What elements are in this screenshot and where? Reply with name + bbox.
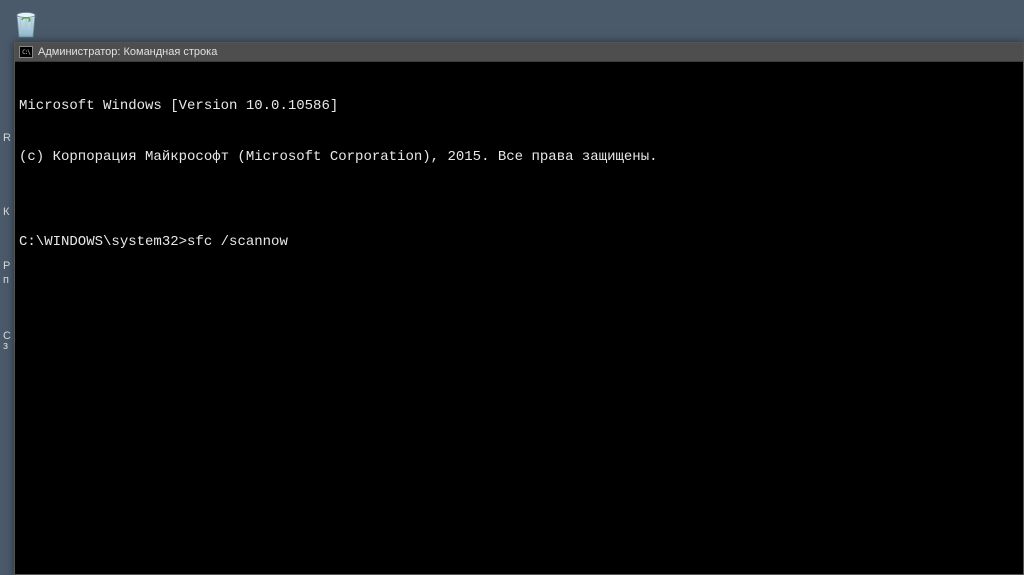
desktop-text-fragment: з xyxy=(3,339,8,353)
terminal-prompt: C:\WINDOWS\system32> xyxy=(19,234,187,251)
cmd-icon: C:\ xyxy=(19,46,33,58)
desktop-text-fragment: Р п xyxy=(3,259,10,287)
recycle-bin-svg xyxy=(8,5,44,41)
terminal-output[interactable]: Microsoft Windows [Version 10.0.10586] (… xyxy=(15,62,1023,574)
desktop-text-fragment: R xyxy=(3,131,11,145)
terminal-line: (c) Корпорация Майкрософт (Microsoft Cor… xyxy=(19,149,1019,166)
terminal-prompt-line: C:\WINDOWS\system32>sfc /scannow xyxy=(19,234,1019,251)
desktop-text-fragment: К xyxy=(3,205,9,219)
window-title: Администратор: Командная строка xyxy=(38,46,217,58)
command-prompt-window: C:\ Администратор: Командная строка Micr… xyxy=(14,42,1024,575)
terminal-line: Microsoft Windows [Version 10.0.10586] xyxy=(19,98,1019,115)
window-titlebar[interactable]: C:\ Администратор: Командная строка xyxy=(15,43,1023,62)
terminal-command: sfc /scannow xyxy=(187,234,288,251)
